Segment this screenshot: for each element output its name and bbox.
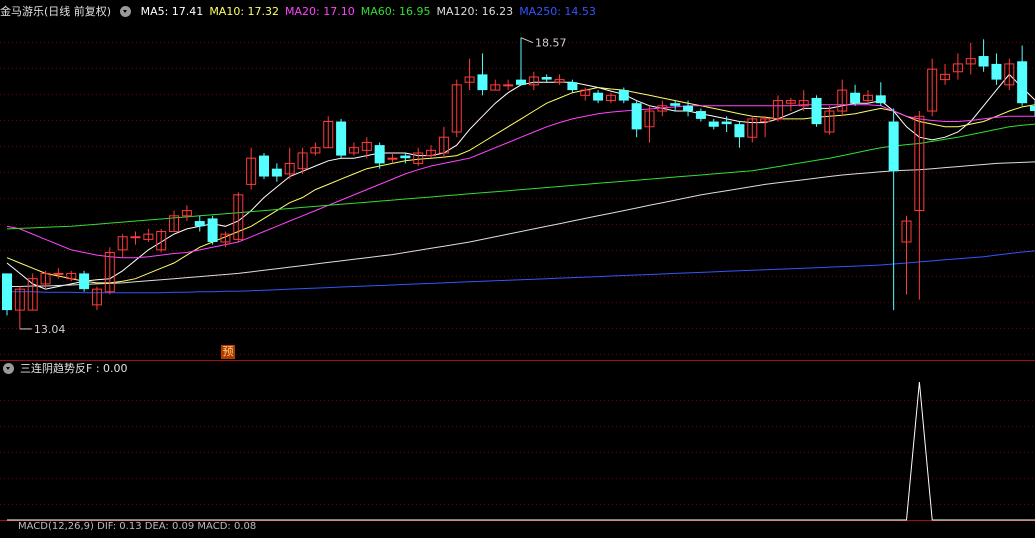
candle-body bbox=[593, 92, 604, 101]
candle-body bbox=[991, 63, 1002, 80]
ma-legend-ma5: MA5: 17.41 bbox=[140, 5, 204, 18]
max-price-label: 18.57 bbox=[535, 37, 567, 50]
macd-label: MACD(12,26,9) DIF: 0.13 DEA: 0.09 MACD: … bbox=[18, 521, 257, 532]
candle-body bbox=[567, 82, 578, 91]
candle-body bbox=[721, 121, 732, 125]
ma-line-ma250 bbox=[7, 250, 1035, 294]
candle-body bbox=[374, 145, 385, 164]
indicator-label: 三连阴趋势反F : 0.00 bbox=[20, 362, 128, 375]
candle-body bbox=[130, 236, 141, 239]
candle-body bbox=[631, 103, 642, 130]
stock-chart[interactable]: 18.57 13.04 bbox=[0, 0, 1035, 528]
candle-body bbox=[387, 157, 398, 160]
candle-body bbox=[888, 121, 899, 172]
candle-body bbox=[734, 124, 745, 138]
candle-body bbox=[978, 56, 989, 67]
candle-body bbox=[683, 105, 694, 112]
candle-body bbox=[194, 221, 205, 227]
min-price-label: 13.04 bbox=[34, 323, 66, 336]
ma-legend: MA5: 17.41 MA10: 17.32 MA20: 17.10 MA60: 16… bbox=[141, 5, 602, 18]
candle-body bbox=[1017, 61, 1028, 104]
candle-body bbox=[271, 168, 282, 177]
ma-legend-ma120: MA120: 16.23 bbox=[436, 5, 514, 18]
max-pointer bbox=[520, 37, 534, 44]
candle-body bbox=[708, 121, 719, 127]
candle-body bbox=[541, 77, 552, 80]
ma-line-ma10 bbox=[6, 86, 1035, 284]
candle-body bbox=[811, 97, 822, 125]
candle-body bbox=[670, 103, 681, 106]
indicator-header: 三连阴趋势反F : 0.00 bbox=[0, 358, 134, 380]
candle-body bbox=[850, 92, 861, 104]
main-header: 金马游乐(日线 前复权) MA5: 17.41 MA10: 17.32 MA20: … bbox=[0, 1, 608, 23]
candle-body bbox=[618, 90, 629, 101]
candle-body bbox=[400, 155, 411, 159]
forecast-marker[interactable]: 预 bbox=[221, 345, 235, 359]
candle-body bbox=[875, 95, 886, 104]
candle-body bbox=[1030, 105, 1035, 112]
ma-legend-ma250: MA250: 14.53 bbox=[519, 5, 596, 18]
chart-title: 金马游乐(日线 前复权) bbox=[0, 5, 112, 18]
candle-body bbox=[2, 273, 12, 311]
candle-body bbox=[79, 273, 90, 290]
ma-line-ma60 bbox=[6, 123, 1035, 230]
candle-body bbox=[53, 272, 64, 275]
ma-line-ma5 bbox=[6, 73, 1035, 290]
candle-body bbox=[516, 79, 526, 85]
candle-body bbox=[503, 84, 514, 87]
macd-header-partial: MACD(12,26,9) DIF: 0.13 DEA: 0.09 MACD: … bbox=[0, 516, 262, 538]
dropdown-icon[interactable] bbox=[120, 5, 132, 17]
candle-body bbox=[259, 155, 269, 177]
candle-body bbox=[695, 111, 706, 119]
ma-legend-ma10: MA10: 17.32 bbox=[209, 5, 280, 18]
candle-body bbox=[207, 218, 218, 242]
candle-body bbox=[336, 121, 347, 156]
indicator-dropdown-icon[interactable] bbox=[3, 362, 14, 374]
ma-legend-ma60: MA60: 16.95 bbox=[360, 5, 431, 18]
indicator-line bbox=[7, 381, 1035, 521]
candle-body bbox=[477, 74, 488, 91]
ma-legend-ma20: MA20: 17.10 bbox=[285, 5, 355, 18]
